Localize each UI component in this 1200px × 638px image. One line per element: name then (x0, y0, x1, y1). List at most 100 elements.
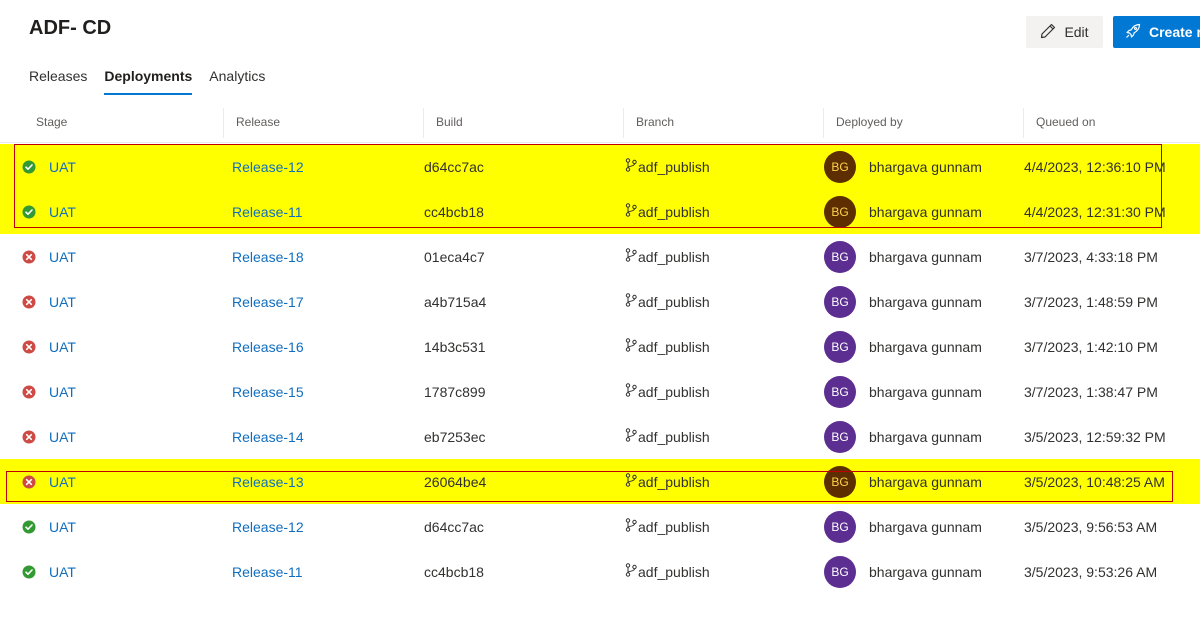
avatar[interactable]: BG (824, 330, 856, 363)
stage-link[interactable]: UAT (49, 324, 76, 369)
queued-on-timestamp: 3/7/2023, 1:38:47 PM (1024, 383, 1158, 400)
column-divider[interactable] (423, 108, 424, 138)
table-row[interactable]: UAT Release-12 d64cc7ac adf_publish BG bharga… (0, 144, 1200, 189)
queued-on-timestamp: 3/5/2023, 9:53:26 AM (1024, 563, 1158, 580)
avatar[interactable]: BG (824, 510, 856, 543)
branch-name: adf_publish (638, 203, 710, 220)
create-release-button[interactable]: Create release (1113, 16, 1200, 48)
queued-on-timestamp: 3/7/2023, 1:48:59 PM (1024, 293, 1158, 310)
column-divider[interactable] (1023, 108, 1024, 138)
deployed-by-name: bhargava gunnam (869, 248, 982, 265)
deployed-by-name: bhargava gunnam (869, 563, 982, 580)
release-link[interactable]: Release-11 (232, 189, 303, 234)
table-row[interactable]: UAT Release-18 01eca4c7 adf_publish BG bharga… (0, 234, 1200, 279)
stage-link[interactable]: UAT (49, 459, 76, 504)
branch-name: adf_publish (638, 563, 710, 580)
success-check-icon (22, 189, 38, 234)
table-row[interactable]: UAT Release-14 eb7253ec adf_publish BG bharga… (0, 414, 1200, 459)
release-link[interactable]: Release-16 (232, 324, 304, 369)
table-row[interactable]: UAT Release-15 1787c899 adf_publish BG bharga… (0, 369, 1200, 414)
table-row[interactable]: UAT Release-12 d64cc7ac adf_publish BG bharga… (0, 504, 1200, 549)
column-header-release[interactable]: Release (236, 104, 280, 142)
build-id: d64cc7ac (424, 158, 484, 175)
stage-link[interactable]: UAT (49, 504, 76, 549)
stage-link[interactable]: UAT (49, 369, 76, 414)
branch-cell: adf_publish (625, 459, 710, 504)
success-check-icon (22, 144, 38, 189)
table-header: Stage Release Build Branch Deployed by Q… (0, 104, 1200, 143)
create-release-button-label: Create release (1149, 24, 1200, 40)
table-row[interactable]: UAT Release-17 a4b715a4 adf_publish BG bharga… (0, 279, 1200, 324)
tab-bar: Releases Deployments Analytics (29, 68, 282, 95)
release-link[interactable]: Release-18 (232, 234, 304, 279)
release-link[interactable]: Release-12 (232, 504, 304, 549)
branch-name: adf_publish (638, 518, 710, 535)
release-link[interactable]: Release-14 (232, 414, 304, 459)
column-header-branch[interactable]: Branch (636, 104, 674, 142)
avatar[interactable]: BG (824, 195, 856, 228)
avatar[interactable]: BG (824, 420, 856, 453)
avatar-cell: BG (824, 459, 856, 504)
column-header-build[interactable]: Build (436, 104, 463, 142)
branch-name: adf_publish (638, 338, 710, 355)
stage-link[interactable]: UAT (49, 144, 76, 189)
branch-cell: adf_publish (625, 369, 710, 414)
queued-on-timestamp: 3/5/2023, 9:56:53 AM (1024, 518, 1158, 535)
stage-link[interactable]: UAT (49, 414, 76, 459)
failed-x-icon (22, 324, 38, 369)
release-link[interactable]: Release-15 (232, 369, 304, 414)
stage-link[interactable]: UAT (49, 189, 76, 234)
stage-link[interactable]: UAT (49, 549, 76, 594)
avatar[interactable]: BG (824, 465, 856, 498)
page-title: ADF- CD (29, 17, 112, 39)
avatar[interactable]: BG (824, 150, 856, 183)
avatar-cell: BG (824, 369, 856, 414)
deployed-by-name: bhargava gunnam (869, 383, 982, 400)
failed-x-icon (22, 459, 38, 504)
avatar-cell: BG (824, 414, 856, 459)
queued-on-timestamp: 4/4/2023, 12:31:30 PM (1024, 203, 1166, 220)
branch-name: adf_publish (638, 293, 710, 310)
avatar-cell: BG (824, 324, 856, 369)
rocket-icon (1125, 23, 1141, 42)
tab-deployments[interactable]: Deployments (104, 68, 192, 95)
deployed-by-name: bhargava gunnam (869, 338, 982, 355)
queued-on-timestamp: 4/4/2023, 12:36:10 PM (1024, 158, 1166, 175)
column-divider[interactable] (823, 108, 824, 138)
avatar[interactable]: BG (824, 375, 856, 408)
column-header-deployed-by[interactable]: Deployed by (836, 104, 903, 142)
tab-releases[interactable]: Releases (29, 68, 87, 93)
release-link[interactable]: Release-13 (232, 459, 304, 504)
table-row[interactable]: UAT Release-13 26064be4 adf_publish BG bharga… (0, 459, 1200, 504)
deployed-by-name: bhargava gunnam (869, 518, 982, 535)
table-row[interactable]: UAT Release-11 cc4bcb18 adf_publish BG bharga… (0, 549, 1200, 594)
tab-analytics[interactable]: Analytics (209, 68, 265, 93)
column-header-stage[interactable]: Stage (36, 104, 67, 142)
release-link[interactable]: Release-12 (232, 144, 304, 189)
branch-cell: adf_publish (625, 189, 710, 234)
build-id: eb7253ec (424, 428, 486, 445)
edit-button[interactable]: Edit (1026, 16, 1103, 48)
avatar[interactable]: BG (824, 240, 856, 273)
column-header-queued-on[interactable]: Queued on (1036, 104, 1095, 142)
release-link[interactable]: Release-11 (232, 549, 303, 594)
avatar[interactable]: BG (824, 285, 856, 318)
branch-icon (625, 158, 638, 175)
branch-cell: adf_publish (625, 234, 710, 279)
stage-link[interactable]: UAT (49, 234, 76, 279)
column-divider[interactable] (623, 108, 624, 138)
stage-link[interactable]: UAT (49, 279, 76, 324)
branch-cell: adf_publish (625, 414, 710, 459)
avatar[interactable]: BG (824, 555, 856, 588)
table-row[interactable]: UAT Release-11 cc4bcb18 adf_publish BG bharga… (0, 189, 1200, 234)
branch-icon (625, 203, 638, 220)
success-check-icon (22, 549, 38, 594)
deployed-by-name: bhargava gunnam (869, 473, 982, 490)
branch-cell: adf_publish (625, 549, 710, 594)
build-id: a4b715a4 (424, 293, 487, 310)
table-row[interactable]: UAT Release-16 14b3c531 adf_publish BG bharga… (0, 324, 1200, 369)
release-link[interactable]: Release-17 (232, 279, 304, 324)
branch-cell: adf_publish (625, 279, 710, 324)
deployed-by-name: bhargava gunnam (869, 428, 982, 445)
column-divider[interactable] (223, 108, 224, 138)
